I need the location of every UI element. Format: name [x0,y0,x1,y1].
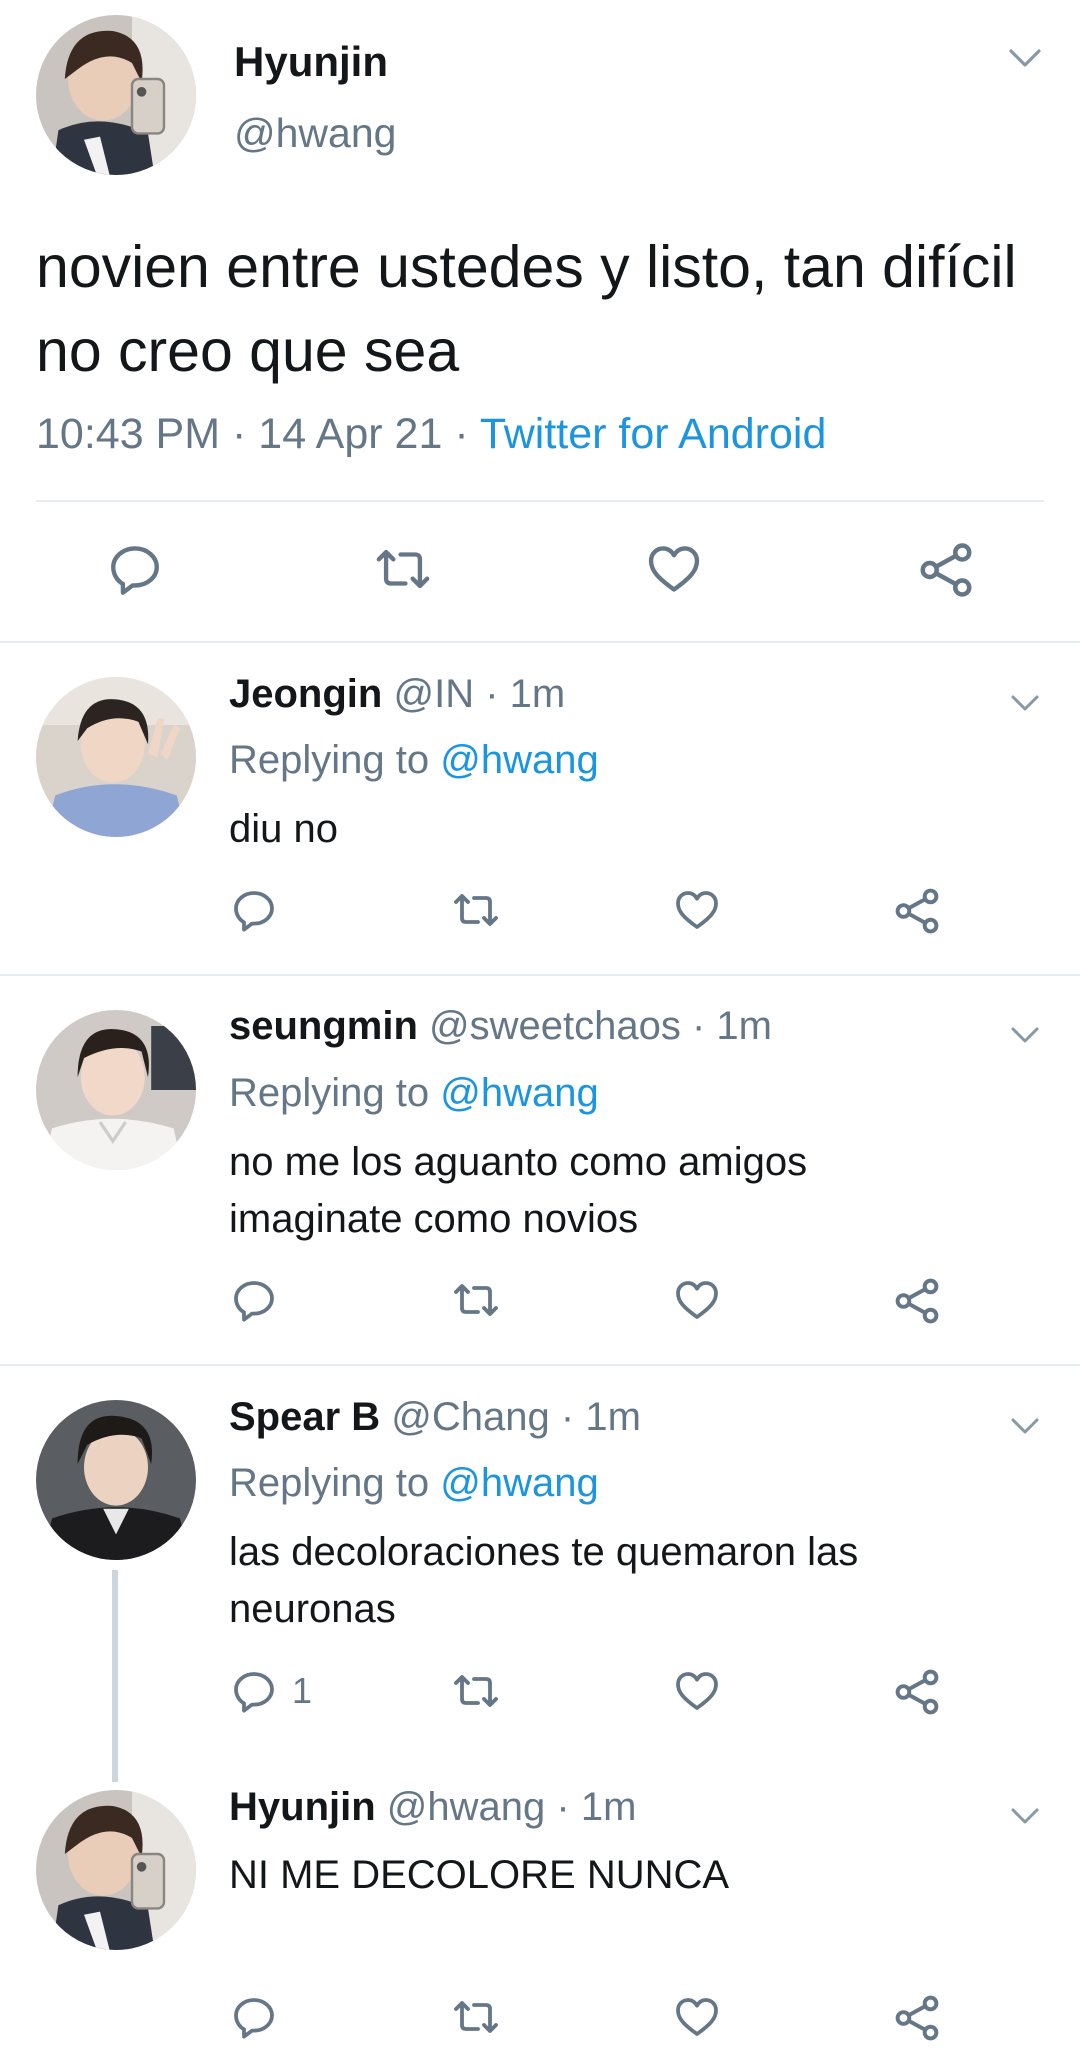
reply-button[interactable] [230,886,278,934]
tweet-time: 10:43 PM [36,410,221,458]
replying-to-label: Replying to [229,1461,441,1505]
avatar-hyunjin[interactable] [36,15,196,175]
author-name[interactable]: Spear B [229,1395,380,1439]
time-separator: · [549,1395,586,1439]
avatar-jeongin[interactable] [36,677,196,837]
chevron-down-icon[interactable] [1005,1406,1045,1446]
reply-count: 1 [292,1670,313,1711]
author-handle[interactable]: @hwang [387,1785,545,1829]
author-handle[interactable]: @sweetchaos [429,1004,681,1048]
reply-header: Hyunjin @hwang · 1m [229,1785,636,1830]
share-button[interactable] [892,1993,942,2043]
retweet-icon [454,2001,498,2033]
like-button[interactable] [672,1993,722,2041]
meta-separator: · [442,410,480,458]
like-icon [676,1998,718,2036]
avatar-hyunjin[interactable] [36,1790,196,1950]
reply-header: seungmin @sweetchaos · 1m [229,1004,772,1049]
author-handle[interactable]: @hwang [234,110,396,157]
chevron-down-icon[interactable] [1005,1015,1045,1055]
tweet-source-link[interactable]: Twitter for Android [480,410,827,458]
author-handle[interactable]: @Chang [391,1395,549,1439]
meta-separator: · [220,410,259,458]
share-button[interactable] [892,1667,942,1717]
reply-button[interactable] [230,1276,278,1324]
reply-button[interactable]: 1 [230,1667,312,1715]
retweet-icon [454,1675,498,1707]
time-separator: · [474,672,510,716]
share-button[interactable] [916,540,976,600]
reply-header: Spear B @Chang · 1m [229,1395,641,1440]
reply-button[interactable] [230,1993,278,2041]
retweet-button[interactable] [450,1993,502,2041]
retweet-icon [376,549,430,589]
author-handle[interactable]: @IN [393,672,474,716]
reply-icon [234,1281,274,1322]
replying-to: Replying to @hwang [229,738,599,783]
tweet-text: diu no [229,807,338,851]
reply-icon [234,1998,274,2039]
share-icon [895,1669,939,1715]
tweet-text: NI ME DECOLORE NUNCA [229,1853,730,1897]
share-button[interactable] [892,886,942,936]
reply-icon [234,1672,274,1713]
author-name[interactable]: Hyunjin [234,38,388,86]
retweet-button[interactable] [450,1667,502,1715]
mention-link[interactable]: @hwang [440,1071,598,1115]
tweet-text: novien entre ustedes y listo, tan difíci… [36,234,1017,384]
like-button[interactable] [672,886,722,934]
divider [0,641,1080,643]
like-button[interactable] [672,1667,722,1715]
avatar-spear-b[interactable] [36,1400,196,1560]
mention-link[interactable]: @hwang [440,738,598,782]
thread-connector [112,1570,118,1782]
reply-icon [234,891,274,932]
retweet-icon [454,1284,498,1316]
tweet-meta: 10:43 PM · 14 Apr 21 · Twitter for Andro… [36,410,826,459]
chevron-down-icon[interactable] [1005,38,1045,78]
divider [0,974,1080,976]
like-icon [676,1281,718,1319]
like-icon [676,891,718,929]
replying-to-label: Replying to [229,738,441,782]
time-separator: · [680,1004,717,1048]
reply-icon [111,546,159,595]
replying-to: Replying to @hwang [229,1461,599,1506]
author-name[interactable]: Hyunjin [229,1785,376,1829]
share-icon [895,888,939,934]
tweet-date: 14 Apr 21 [258,410,443,458]
tweet-time: 1m [585,1395,641,1439]
time-separator: · [545,1785,581,1829]
reply-header: Jeongin @IN · 1m [229,672,565,717]
tweet-time: 1m [509,672,566,716]
retweet-button[interactable] [450,886,502,934]
retweet-icon [454,894,498,926]
retweet-button[interactable] [450,1276,502,1324]
tweet-time: 1m [716,1004,772,1048]
share-icon [895,1278,939,1324]
like-icon [648,546,700,592]
replying-to-label: Replying to [229,1071,441,1115]
like-icon [676,1672,718,1710]
author-name[interactable]: Jeongin [229,672,382,716]
like-button[interactable] [644,540,704,598]
chevron-down-icon[interactable] [1005,683,1045,723]
reply-button[interactable] [106,540,164,598]
like-button[interactable] [672,1276,722,1324]
tweet-text: no me los aguanto como amigos imaginate … [229,1140,808,1241]
tweet-time: 1m [580,1785,637,1829]
share-button[interactable] [892,1276,942,1326]
divider [0,1364,1080,1366]
retweet-button[interactable] [372,540,434,598]
divider [36,500,1044,502]
share-icon [920,543,972,597]
share-icon [895,1995,939,2041]
replying-to: Replying to @hwang [229,1071,599,1116]
avatar-seungmin[interactable] [36,1010,196,1170]
mention-link[interactable]: @hwang [440,1461,598,1505]
tweet-text: las decoloraciones te quemaron las neuro… [229,1530,859,1631]
chevron-down-icon[interactable] [1005,1796,1045,1836]
author-name[interactable]: seungmin [229,1004,418,1048]
